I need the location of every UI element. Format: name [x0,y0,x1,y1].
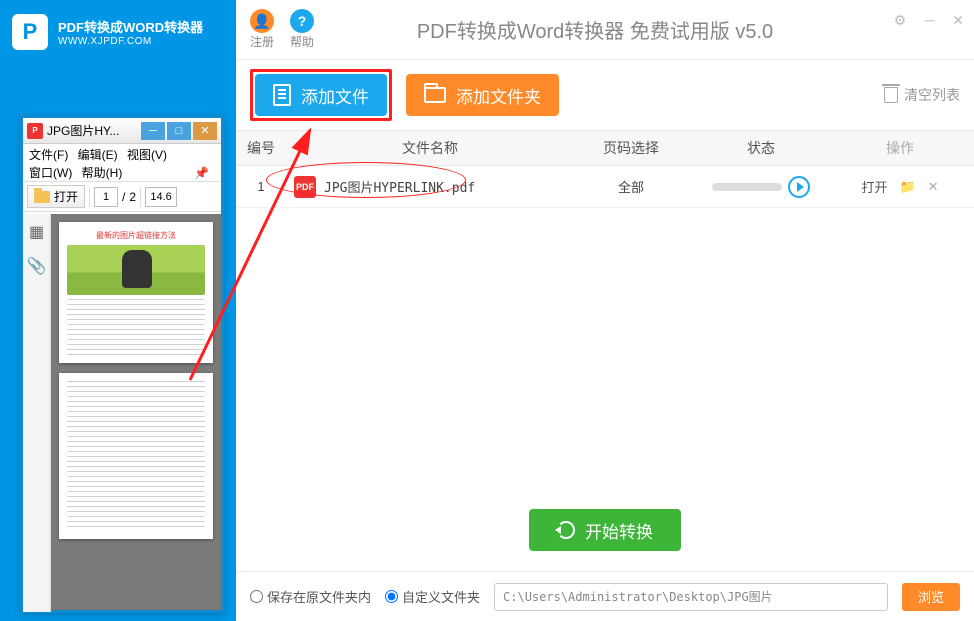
page-current-input[interactable] [94,187,118,207]
thumb-image [67,245,205,295]
app-title: PDF转换成Word转换器 免费试用版 v5.0 [330,15,960,44]
progress-bar [712,183,782,191]
pdf-viewer-window: P JPG图片HY... ─ □ ✕ 文件(F) 编辑(E) 视图(V) 窗口(… [20,115,224,613]
open-label: 打开 [54,188,78,205]
row-status [696,176,826,198]
logo-title: PDF转换成WORD转换器 [58,17,203,36]
menu-view[interactable]: 视图(V) [127,148,167,162]
trash-icon [884,87,898,103]
pdf-viewer-titlebar[interactable]: P JPG图片HY... ─ □ ✕ [23,118,221,144]
settings-icon[interactable]: ⚙ [894,12,907,29]
window-controls: ⚙ ─ ✕ [894,12,964,29]
user-icon: 👤 [250,9,274,33]
maximize-button[interactable]: □ [167,122,191,140]
pdf-thumb-2[interactable] [59,373,213,539]
add-file-label: 添加文件 [301,83,369,108]
menu-window[interactable]: 窗口(W) [29,166,72,180]
menu-file[interactable]: 文件(F) [29,148,68,162]
divider [140,187,141,207]
thumbnails-icon[interactable]: ▦ [29,222,44,242]
thumb-text [67,381,205,531]
actionbar: 添加文件 添加文件夹 清空列表 [236,60,974,130]
document-icon [273,84,291,106]
table-row[interactable]: 1 PDF JPG图片HYPERLINK.pdf 全部 打开 📁 ✕ [236,166,974,208]
logo-mark: P [12,14,48,50]
clear-list-button[interactable]: 清空列表 [884,85,960,105]
add-folder-label: 添加文件夹 [456,83,541,108]
row-ops: 打开 📁 ✕ [826,177,974,196]
folder-icon [34,191,50,203]
zoom-input[interactable] [145,187,177,207]
menu-help[interactable]: 帮助(H) [82,166,123,180]
radio-input-same[interactable] [250,590,263,603]
folder-icon [424,87,446,103]
close-button[interactable]: ✕ [193,122,217,140]
topbar: 👤 注册 ? 帮助 PDF转换成Word转换器 免费试用版 v5.0 ⚙ ─ ✕ [236,0,974,60]
highlight-add-file: 添加文件 [250,69,392,121]
remove-row-icon[interactable]: ✕ [928,179,939,195]
start-convert-label: 开始转换 [585,518,653,543]
pin-icon[interactable]: 📌 [194,164,209,182]
logo: P PDF转换成WORD转换器 WWW.XJPDF.COM [0,0,236,64]
page-total: 2 [129,190,136,204]
add-file-button[interactable]: 添加文件 [255,74,387,116]
help-label: 帮助 [290,33,314,50]
thumb-title: 最新的图片超链接方法 [67,230,205,241]
radio-save-custom-folder[interactable]: 自定义文件夹 [385,587,480,606]
save-path-input[interactable] [494,583,888,611]
radio-save-same-folder[interactable]: 保存在原文件夹内 [250,587,371,606]
start-convert-button[interactable]: 开始转换 [529,509,681,551]
thumb-text [67,299,205,355]
header-num: 编号 [236,138,286,158]
radio-input-custom[interactable] [385,590,398,603]
table-header: 编号 文件名称 页码选择 状态 操作 [236,130,974,166]
header-status: 状态 [696,138,826,158]
header-name: 文件名称 [286,138,566,158]
open-folder-icon[interactable]: 📁 [899,179,915,195]
row-filename-cell: PDF JPG图片HYPERLINK.pdf [286,176,566,198]
pdf-viewer-title: JPG图片HY... [47,122,139,139]
row-num: 1 [236,179,286,194]
minimize-button[interactable]: ─ [141,122,165,140]
pdf-viewer-sidebar: ▦ 📎 [23,214,51,612]
help-button[interactable]: ? 帮助 [290,9,314,50]
page-sep: / [122,190,125,204]
register-label: 注册 [250,33,274,50]
header-pages: 页码选择 [566,138,696,158]
pdf-reader-icon: P [27,123,43,139]
pdf-viewer-toolbar: 打开 / 2 [23,182,221,212]
bottom-area: 开始转换 保存在原文件夹内 自定义文件夹 浏览 [236,489,974,621]
pdf-viewer-menubar: 文件(F) 编辑(E) 视图(V) 窗口(W) 帮助(H) 📌 [23,144,221,182]
help-icon: ? [290,9,314,33]
pdf-badge-icon: PDF [294,176,316,198]
row-filename: JPG图片HYPERLINK.pdf [324,177,475,196]
save-options-row: 保存在原文件夹内 自定义文件夹 浏览 [236,571,974,621]
divider [89,187,90,207]
row-pages[interactable]: 全部 [566,177,696,196]
clear-list-label: 清空列表 [904,85,960,105]
main-panel: 👤 注册 ? 帮助 PDF转换成Word转换器 免费试用版 v5.0 ⚙ ─ ✕… [236,0,974,621]
close-icon[interactable]: ✕ [952,12,964,29]
attachments-icon[interactable]: 📎 [27,256,47,276]
menu-edit[interactable]: 编辑(E) [78,148,118,162]
open-file-link[interactable]: 打开 [861,177,887,196]
convert-icon [557,521,575,539]
open-file-button[interactable]: 打开 [27,185,85,208]
radio-label-custom: 自定义文件夹 [402,587,480,606]
header-ops: 操作 [826,138,974,158]
radio-label-same: 保存在原文件夹内 [267,587,371,606]
register-button[interactable]: 👤 注册 [250,9,274,50]
start-row-button[interactable] [788,176,810,198]
add-folder-button[interactable]: 添加文件夹 [406,74,559,116]
pdf-thumbnails[interactable]: 最新的图片超链接方法 [51,214,221,610]
logo-url: WWW.XJPDF.COM [58,36,203,47]
pdf-thumb-1[interactable]: 最新的图片超链接方法 [59,222,213,363]
minimize-icon[interactable]: ─ [924,12,934,29]
browse-button[interactable]: 浏览 [902,583,960,611]
